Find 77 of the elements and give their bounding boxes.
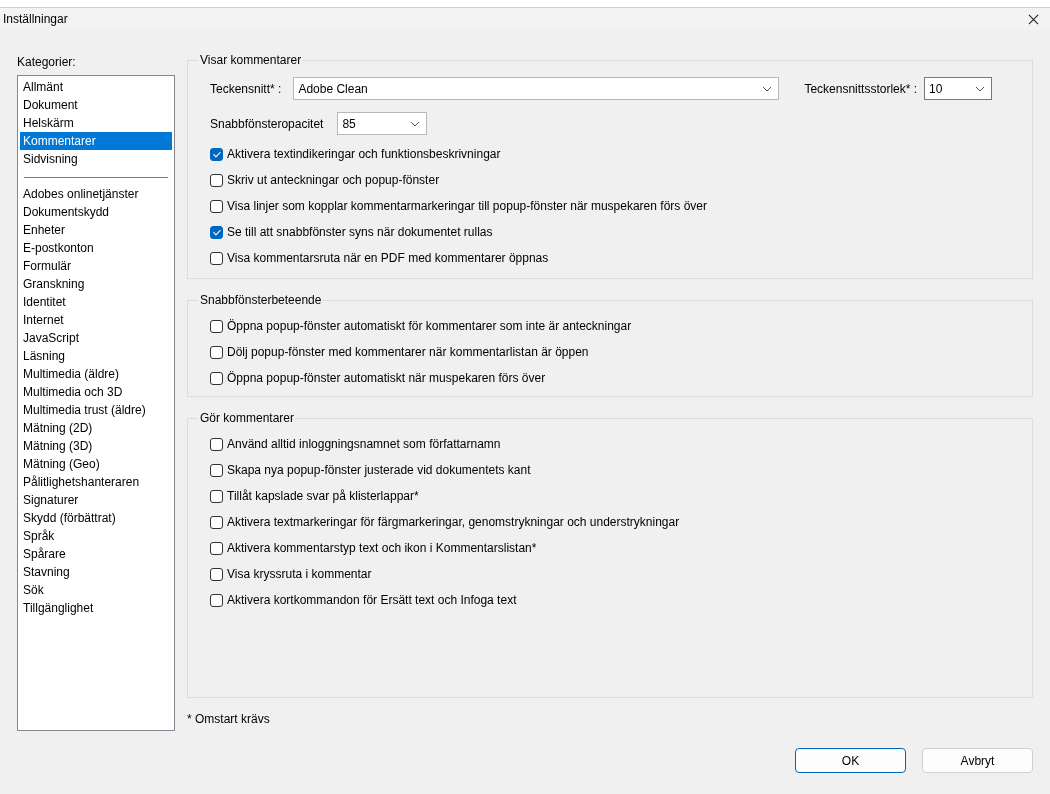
group-title: Snabbfönsterbeteende [199,293,323,307]
checkbox-label[interactable]: Dölj popup-fönster med kommentarer när kommentarlistan är öppen [227,345,589,359]
category-item[interactable]: Dokumentskydd [20,203,172,221]
checkbox[interactable] [210,541,223,555]
checkbox-label[interactable]: Öppna popup-fönster automatiskt för kommentarer som inte är anteckningar [227,319,632,333]
category-item[interactable]: E-postkonton [20,239,172,257]
close-icon[interactable] [1028,13,1039,25]
category-item[interactable]: Pålitlighetshanteraren [20,473,172,491]
chevron-down-icon [410,120,421,127]
checkbox-label[interactable]: Aktivera textmarkeringar för färgmarkeringar, genomstrykningar och understrykningar [227,515,680,529]
checkbox[interactable] [210,567,223,581]
checkbox[interactable] [210,345,223,359]
checkbox[interactable] [210,515,223,529]
field-label: Snabbfönsteropacitet [210,116,324,131]
checkbox-label[interactable]: Skapa nya popup-fönster justerade vid dokumentets kant [227,463,531,477]
field-label: Teckensnitt* : [210,81,282,96]
category-item[interactable]: Identitet [20,293,172,311]
dialog-button[interactable]: OK [795,748,906,773]
category-item[interactable]: Helskärm [20,114,172,132]
checkbox[interactable] [210,225,223,239]
category-item[interactable]: Multimedia (äldre) [20,365,172,383]
category-item[interactable]: Språk [20,527,172,545]
dialog-button[interactable]: Avbryt [922,748,1033,773]
footnote: * Omstart krävs [187,712,271,726]
checkbox-label[interactable]: Tillåt kapslade svar på klisterlappar* [227,489,419,503]
checkbox-label[interactable]: Aktivera kommentarstyp text och ikon i Kommentarslistan* [227,541,537,555]
checkbox-label[interactable]: Se till att snabbfönster syns när dokumentet rullas [227,225,493,239]
category-item[interactable]: Mätning (2D) [20,419,172,437]
checkbox-label[interactable]: Använd alltid inloggningsnamnet som författarnamn [227,437,501,451]
chevron-down-icon [762,85,773,92]
category-item[interactable]: Tillgänglighet [20,599,172,617]
checkbox-label[interactable]: Skriv ut anteckningar och popup-fönster [227,173,440,187]
checkbox-label[interactable]: Aktivera kortkommandon för Ersätt text och Infoga text [227,593,517,607]
dropdown[interactable]: 10 [924,77,993,100]
category-item[interactable]: Sidvisning [20,150,172,168]
category-item[interactable]: Enheter [20,221,172,239]
category-item[interactable]: Multimedia trust (äldre) [20,401,172,419]
category-item[interactable]: Läsning [20,347,172,365]
checkbox-label[interactable]: Aktivera textindikeringar och funktionsbeskrivningar [227,147,501,161]
group-title: Visar kommentarer [199,53,303,67]
category-item[interactable]: Internet [20,311,172,329]
category-item[interactable]: Granskning [20,275,172,293]
category-item[interactable]: Dokument [20,96,172,114]
category-item[interactable]: Skydd (förbättrat) [20,509,172,527]
checkbox-label[interactable]: Visa kryssruta i kommentar [227,567,372,581]
checkbox[interactable] [210,319,223,333]
dropdown[interactable]: Adobe Clean [293,77,780,100]
checkbox[interactable] [210,489,223,503]
category-item[interactable]: Signaturer [20,491,172,509]
dropdown[interactable]: 85 [337,112,428,135]
checkbox[interactable] [210,463,223,477]
checkbox[interactable] [210,173,223,187]
category-item[interactable]: Stavning [20,563,172,581]
category-item[interactable]: Multimedia och 3D [20,383,172,401]
category-item[interactable]: Formulär [20,257,172,275]
category-item[interactable]: JavaScript [20,329,172,347]
field-label: Teckensnittsstorlek* : [804,81,918,96]
group-title: Gör kommentarer [199,411,296,425]
category-item[interactable]: Kommentarer [20,132,172,150]
category-item[interactable]: Sök [20,581,172,599]
checkbox-label[interactable]: Öppna popup-fönster automatiskt när muspekaren förs över [227,371,546,385]
checkbox-label[interactable]: Visa linjer som kopplar kommentarmarkeringar till popup-fönster när muspekaren förs över [227,199,707,213]
chevron-down-icon [975,85,986,92]
category-item[interactable]: Allmänt [20,78,172,96]
category-item[interactable]: Mätning (Geo) [20,455,172,473]
checkbox-label[interactable]: Visa kommentarsruta när en PDF med kommentarer öppnas [227,251,549,265]
checkbox[interactable] [210,199,223,213]
checkbox[interactable] [210,371,223,385]
categories-label: Kategorier: [17,55,77,71]
category-item[interactable]: Spårare [20,545,172,563]
category-item[interactable]: Mätning (3D) [20,437,172,455]
window-title: Inställningar [3,12,68,26]
checkbox[interactable] [210,147,223,161]
checkbox[interactable] [210,437,223,451]
checkbox[interactable] [210,593,223,607]
checkbox[interactable] [210,251,223,265]
category-item[interactable]: Adobes onlinetjänster [20,185,172,203]
